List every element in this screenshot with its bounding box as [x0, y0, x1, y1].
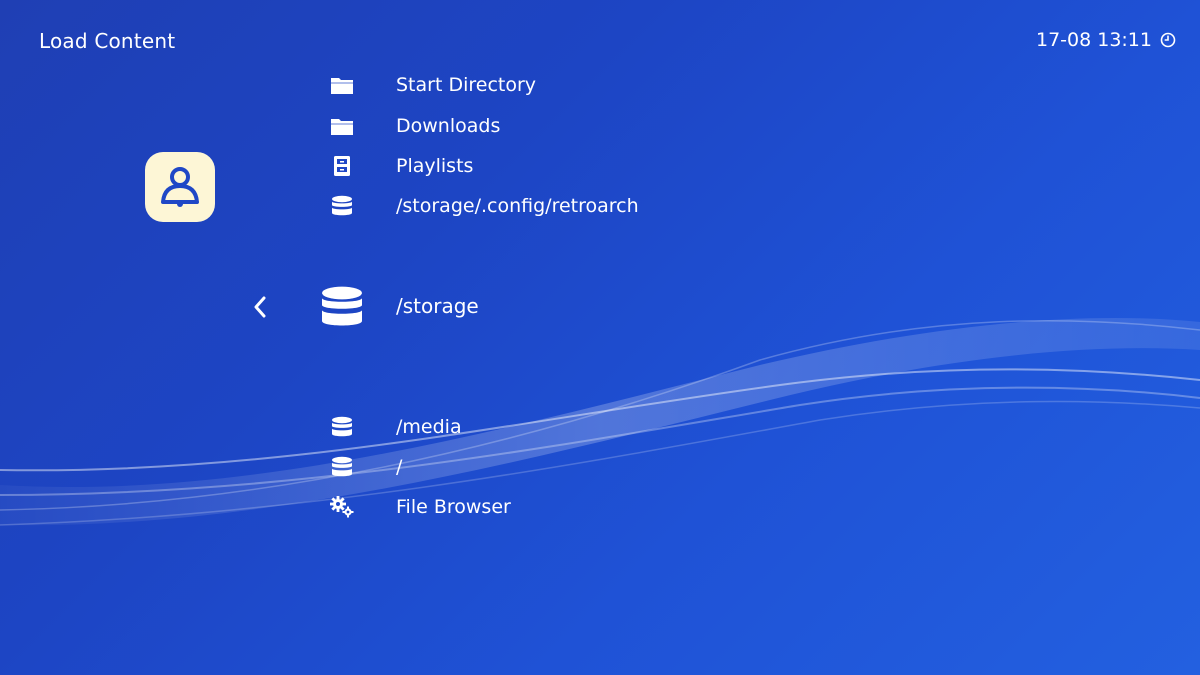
menu-item-storage-selected[interactable]: /storage — [0, 282, 900, 332]
menu-item-retroarch-config[interactable]: /storage/.config/retroarch — [0, 189, 900, 223]
menu-item-label: Start Directory — [396, 74, 537, 96]
folder-icon — [329, 73, 355, 97]
menu-item-root[interactable]: / — [0, 450, 900, 484]
menu-item-label: /storage — [396, 294, 479, 318]
folder-icon — [329, 114, 355, 138]
gears-icon — [329, 495, 355, 519]
database-icon — [329, 455, 355, 479]
menu-item-label: Playlists — [396, 155, 474, 177]
database-icon — [329, 415, 355, 439]
menu-item-label: File Browser — [396, 496, 511, 518]
menu-item-downloads[interactable]: Downloads — [0, 109, 900, 143]
menu-item-label: /media — [396, 416, 462, 438]
clock: 17-08 13:11 — [1036, 26, 1176, 54]
menu-item-start-directory[interactable]: Start Directory — [0, 68, 900, 102]
clock-icon — [1160, 32, 1176, 48]
menu-item-label: / — [396, 456, 403, 478]
database-icon — [329, 194, 355, 218]
menu-item-label: Downloads — [396, 115, 501, 137]
menu-item-media[interactable]: /media — [0, 410, 900, 444]
cabinet-icon — [329, 154, 355, 178]
retroarch-screen: { "header": { "title": "Load Content", "… — [0, 0, 1200, 675]
datetime-text: 17-08 13:11 — [1035, 29, 1152, 51]
menu-item-label: /storage/.config/retroarch — [396, 195, 639, 217]
page-title: Load Content — [39, 29, 176, 53]
database-icon — [318, 283, 366, 331]
menu-item-file-browser[interactable]: File Browser — [0, 490, 900, 524]
menu-item-playlists[interactable]: Playlists — [0, 149, 900, 183]
